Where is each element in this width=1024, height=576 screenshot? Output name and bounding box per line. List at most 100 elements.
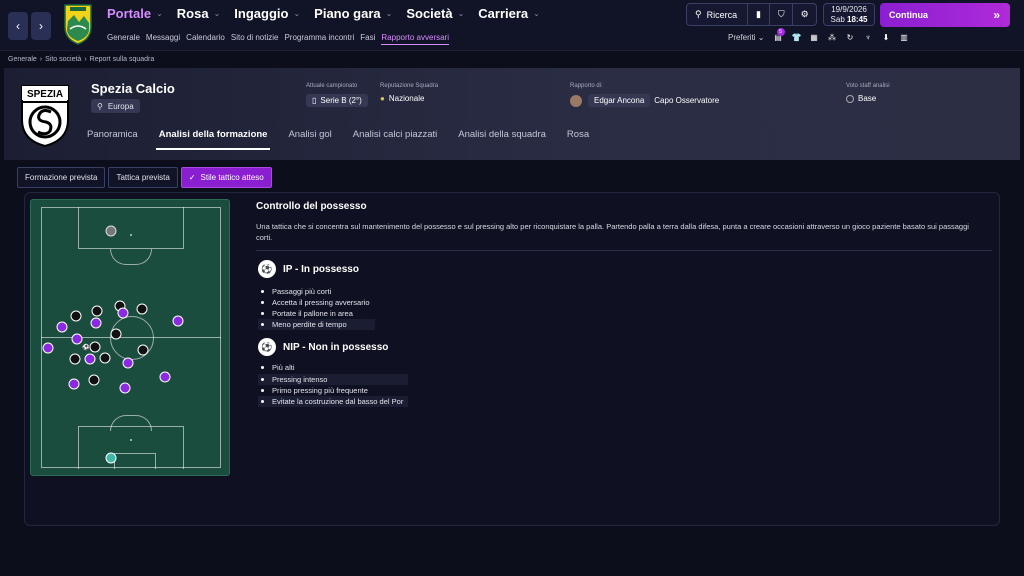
list-item: Pressing intenso bbox=[258, 374, 408, 385]
list-item-text: Accetta il pressing avversario bbox=[272, 298, 370, 307]
chevron-down-icon: ⌄ bbox=[156, 9, 163, 18]
player-marker[interactable] bbox=[159, 371, 171, 383]
bookmark-button[interactable]: ▮ bbox=[748, 4, 771, 25]
submenu-rapporto-avversari[interactable]: Rapporto avversari bbox=[381, 33, 449, 45]
subtab-label: Formazione prevista bbox=[25, 173, 98, 182]
league-label: Attuale campionato bbox=[306, 83, 358, 89]
league-pill[interactable]: ▯ Serie B (2°) bbox=[306, 94, 368, 107]
scout-role: Capo Osservatore bbox=[654, 96, 720, 105]
bookmark-icon: ▮ bbox=[756, 9, 761, 19]
refresh-icon[interactable]: ↻ bbox=[846, 33, 855, 42]
bullet-icon bbox=[261, 378, 264, 381]
out-of-possession-header: ⚽ NIP - Non in possesso bbox=[258, 338, 388, 356]
menu-societa[interactable]: Società ⌄ bbox=[406, 6, 464, 21]
player-marker[interactable] bbox=[71, 333, 83, 345]
tab-analisi-calci-piazzati[interactable]: Analisi calci piazzati bbox=[350, 128, 440, 150]
submenu-generale[interactable]: Generale bbox=[107, 33, 140, 45]
continue-button[interactable]: Continua » bbox=[880, 3, 1010, 27]
breadcrumb-separator: › bbox=[84, 56, 87, 63]
player-marker[interactable] bbox=[42, 342, 54, 354]
shirt-icon[interactable]: 👕 bbox=[792, 33, 802, 42]
menu-rosa[interactable]: Rosa ⌄ bbox=[177, 6, 221, 21]
inbox-icon[interactable]: ▤ 5 bbox=[774, 28, 785, 42]
player-marker-opponent-gk[interactable] bbox=[105, 225, 117, 237]
tactics-icon[interactable]: ⁂ bbox=[828, 33, 837, 42]
ball-icon: ⚽ bbox=[82, 345, 90, 351]
tab-analisi-squadra[interactable]: Analisi della squadra bbox=[455, 128, 549, 150]
list-item-text: Più alti bbox=[272, 363, 295, 372]
player-marker[interactable] bbox=[119, 382, 131, 394]
tab-analisi-formazione[interactable]: Analisi della formazione bbox=[155, 128, 271, 150]
tab-panoramica[interactable]: Panoramica bbox=[84, 128, 141, 150]
player-marker[interactable] bbox=[69, 353, 81, 365]
tab-tattica-prevista[interactable]: Tattica prevista bbox=[108, 167, 178, 188]
calendar-icon[interactable]: ▥ bbox=[900, 33, 909, 42]
player-marker[interactable] bbox=[122, 357, 134, 369]
settings-button[interactable]: ⚙ bbox=[793, 4, 816, 25]
player-marker[interactable] bbox=[117, 307, 129, 319]
top-penalty-arc bbox=[110, 249, 152, 265]
submenu-fasi[interactable]: Fasi bbox=[360, 33, 375, 45]
submenu-sito-notizie[interactable]: Sito di notizie bbox=[231, 33, 279, 45]
search-button[interactable]: ⚲ Ricerca bbox=[687, 4, 748, 25]
submenu-programma-incontri[interactable]: Programma incontri bbox=[284, 33, 354, 45]
menu-piano-gara[interactable]: Piano gara ⌄ bbox=[314, 6, 392, 21]
tactical-style-title: Controllo del possesso bbox=[256, 201, 367, 212]
training-icon[interactable]: ⬇ bbox=[882, 33, 891, 42]
player-marker[interactable] bbox=[56, 321, 68, 333]
submenu-messaggi[interactable]: Messaggi bbox=[146, 33, 180, 45]
double-chevron-right-icon: » bbox=[993, 8, 1000, 22]
tab-analisi-gol[interactable]: Analisi gol bbox=[285, 128, 334, 150]
chevron-down-icon: ⌄ bbox=[213, 9, 221, 18]
report-icon[interactable]: ▦ bbox=[810, 33, 819, 42]
chevron-left-icon: ‹ bbox=[16, 19, 20, 33]
tab-rosa[interactable]: Rosa bbox=[564, 128, 592, 150]
player-marker[interactable] bbox=[84, 353, 96, 365]
list-item: Portate il pallone in area bbox=[258, 308, 408, 319]
scout-name[interactable]: Edgar Ancona bbox=[588, 94, 651, 107]
player-marker[interactable] bbox=[89, 341, 101, 353]
ball-icon: ⚽ bbox=[258, 260, 276, 278]
player-marker[interactable] bbox=[172, 315, 184, 327]
menu-portale[interactable]: Portale ⌄ bbox=[107, 6, 163, 21]
menu-ingaggio[interactable]: Ingaggio ⌄ bbox=[234, 6, 300, 21]
favorites-dropdown[interactable]: Preferiti ⌄ bbox=[728, 33, 765, 42]
player-marker[interactable] bbox=[136, 303, 148, 315]
trophy-icon[interactable]: ♆ bbox=[864, 33, 873, 42]
player-marker[interactable] bbox=[99, 352, 111, 364]
menu-label: Ingaggio bbox=[234, 6, 289, 21]
tab-stile-tattico-atteso[interactable]: ✓ Stile tattico atteso bbox=[180, 167, 272, 188]
tab-formazione-prevista[interactable]: Formazione prevista bbox=[17, 167, 106, 188]
player-marker[interactable] bbox=[110, 328, 122, 340]
player-marker[interactable] bbox=[88, 374, 100, 386]
shield-icon: ⛉ bbox=[777, 9, 785, 19]
search-label: Ricerca bbox=[706, 9, 738, 20]
list-item: Meno perdite di tempo bbox=[258, 319, 375, 330]
top-penalty-box bbox=[78, 207, 184, 249]
club-shield-button[interactable]: ⛉ bbox=[770, 4, 794, 25]
player-marker[interactable] bbox=[90, 317, 102, 329]
club-crest-logo[interactable] bbox=[62, 3, 94, 45]
checkmark-icon: ✓ bbox=[188, 173, 196, 182]
breadcrumb-item[interactable]: Sito società bbox=[45, 56, 81, 63]
player-marker[interactable] bbox=[91, 305, 103, 317]
menu-carriera[interactable]: Carriera ⌄ bbox=[478, 6, 540, 21]
player-marker[interactable] bbox=[70, 310, 82, 322]
forward-button[interactable]: › bbox=[31, 12, 51, 40]
back-button[interactable]: ‹ bbox=[8, 12, 28, 40]
chevron-down-icon: ⌄ bbox=[385, 9, 393, 18]
submenu-calendario[interactable]: Calendario bbox=[186, 33, 225, 45]
league-value: Serie B (2°) bbox=[320, 96, 362, 105]
player-marker[interactable] bbox=[137, 344, 149, 356]
player-marker[interactable] bbox=[68, 378, 80, 390]
list-item: Accetta il pressing avversario bbox=[258, 297, 408, 308]
pitch-outline bbox=[41, 207, 221, 469]
list-item: Evitate la costruzione dal basso del Por bbox=[258, 396, 408, 407]
list-item: Più alti bbox=[258, 362, 408, 373]
player-marker-own-gk[interactable] bbox=[105, 452, 117, 464]
breadcrumb-item[interactable]: Generale bbox=[8, 56, 37, 63]
date-box[interactable]: 19/9/2026 Sab 18:45 bbox=[823, 3, 875, 26]
avatar[interactable] bbox=[570, 94, 582, 107]
menu-label: Rosa bbox=[176, 6, 209, 21]
divider bbox=[256, 250, 992, 251]
